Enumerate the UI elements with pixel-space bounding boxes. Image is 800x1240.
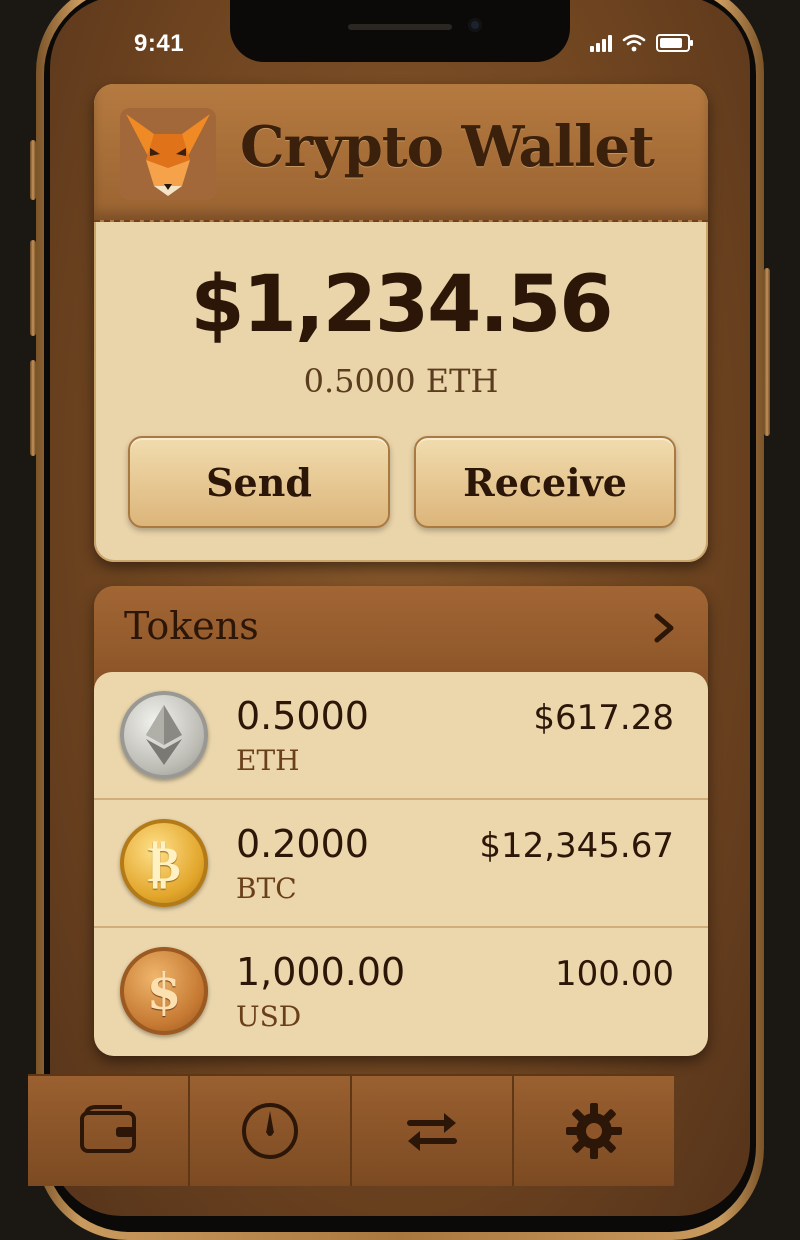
- token-symbol: ETH: [236, 744, 300, 777]
- bitcoin-icon: ₿: [120, 819, 208, 907]
- token-row-eth[interactable]: 0.5000 ETH $617.28: [94, 672, 708, 800]
- token-row-btc[interactable]: ₿ 0.2000 BTC $12,345.67: [94, 800, 708, 928]
- side-button-volume-up: [30, 240, 36, 336]
- token-symbol: USD: [236, 1000, 302, 1033]
- status-icons: [590, 34, 693, 52]
- token-value: 100.00: [555, 954, 674, 994]
- token-value: $617.28: [533, 698, 674, 738]
- token-value: $12,345.67: [479, 826, 674, 866]
- tab-settings[interactable]: [514, 1076, 674, 1186]
- cellular-signal-icon: [590, 34, 612, 52]
- tab-bar: [28, 1074, 674, 1186]
- token-amount: 1,000.00: [236, 950, 406, 994]
- app-title: Crypto Wallet: [240, 114, 655, 180]
- tab-explore[interactable]: [190, 1076, 352, 1186]
- ethereum-icon: [120, 691, 208, 779]
- balance-eth: 0.5000 ETH: [303, 362, 499, 400]
- speaker-grille: [348, 24, 452, 30]
- token-amount: 0.2000: [236, 822, 369, 866]
- receive-button[interactable]: Receive: [414, 436, 676, 528]
- wallet-icon: [80, 1105, 136, 1153]
- send-button[interactable]: Send: [128, 436, 390, 528]
- gear-icon: [566, 1103, 622, 1159]
- tokens-header: Tokens: [94, 586, 708, 672]
- battery-icon: [656, 34, 693, 52]
- side-button-power: [764, 268, 770, 436]
- phone-screen: 9:41 Crypto Wallet $1,234.56 0.5000 ETH …: [50, 0, 750, 1216]
- side-button-volume-down: [30, 360, 36, 456]
- fox-icon: [120, 108, 216, 200]
- front-camera: [468, 18, 482, 32]
- token-amount: 0.5000: [236, 694, 369, 738]
- tokens-title: Tokens: [124, 604, 259, 648]
- token-list: 0.5000 ETH $617.28 ₿ 0.2000 BTC $12,345.…: [94, 672, 708, 1056]
- wallet-card: Crypto Wallet $1,234.56 0.5000 ETH Send …: [94, 84, 708, 562]
- dollar-icon: $: [120, 947, 208, 1035]
- swap-icon: [407, 1113, 457, 1151]
- status-time: 9:41: [134, 30, 185, 57]
- token-row-usd[interactable]: $ 1,000.00 USD 100.00: [94, 928, 708, 1054]
- side-button-action: [30, 140, 36, 200]
- token-symbol: BTC: [236, 872, 297, 905]
- tab-wallet[interactable]: [28, 1076, 190, 1186]
- chevron-right-icon[interactable]: [644, 608, 684, 648]
- tab-swap[interactable]: [352, 1076, 514, 1186]
- wifi-icon: [622, 34, 646, 52]
- tokens-panel: Tokens 0.5000 ETH $617.28 ₿ 0.2000 BTC $…: [94, 586, 708, 1056]
- card-header: Crypto Wallet: [94, 84, 708, 222]
- notch: [230, 0, 570, 62]
- balance-usd: $1,234.56: [190, 260, 613, 350]
- compass-icon: [242, 1103, 298, 1159]
